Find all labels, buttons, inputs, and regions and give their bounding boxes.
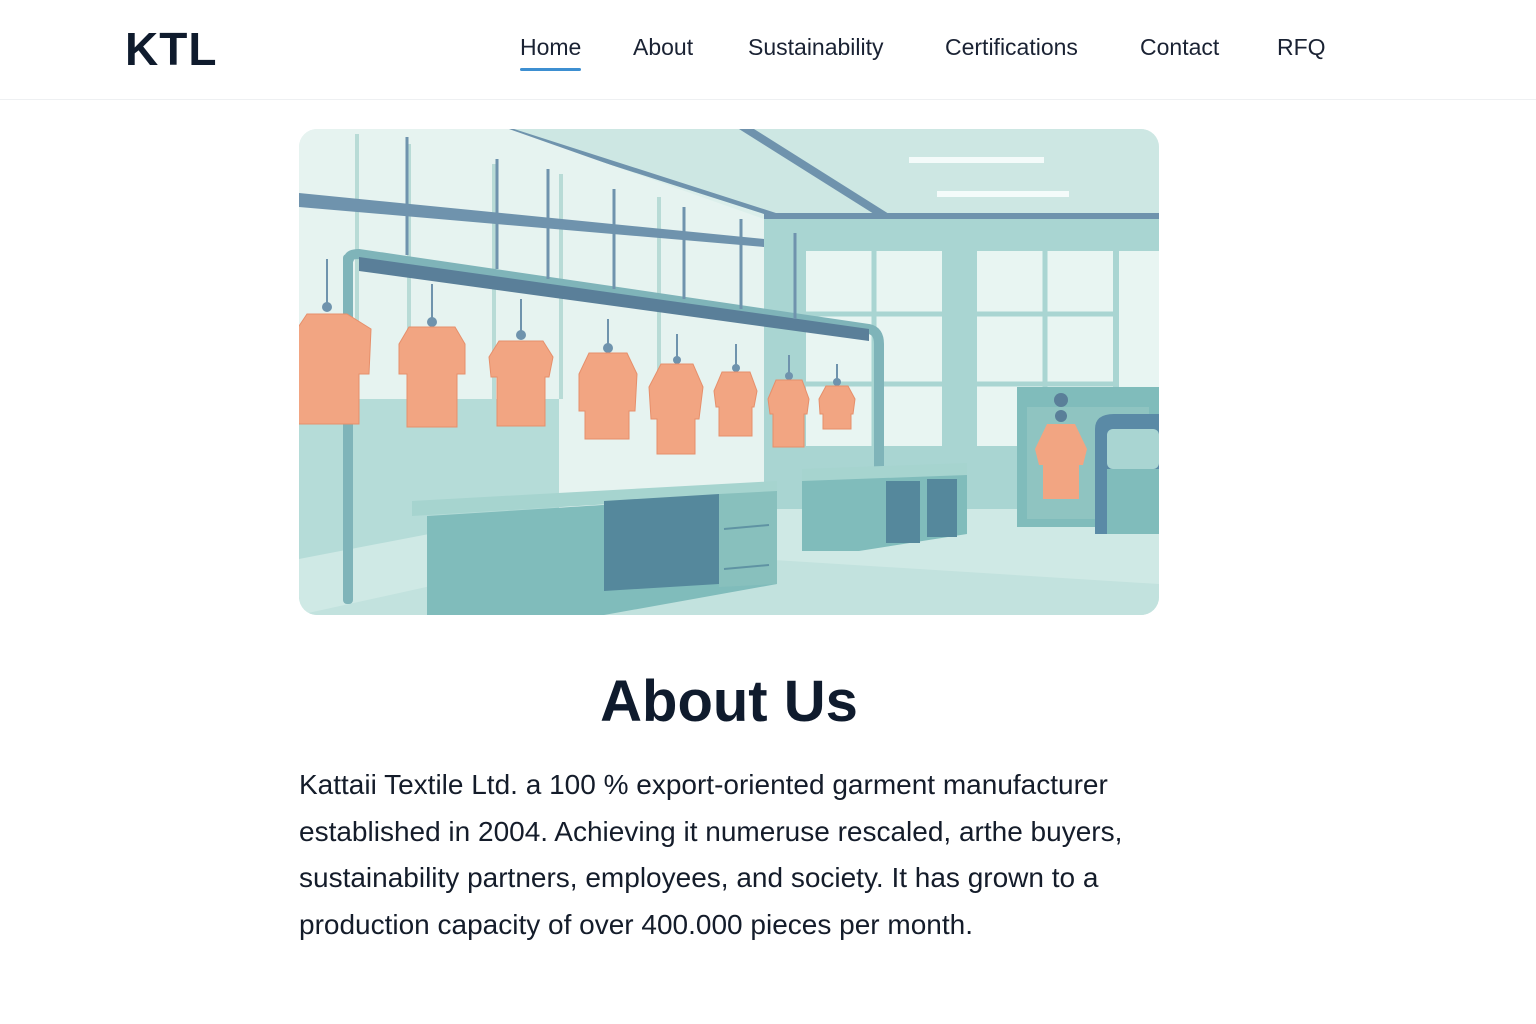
about-line-4: production capacity of over 400.000 piec… (299, 908, 973, 940)
site-logo[interactable]: KTL (125, 22, 217, 76)
nav-home[interactable]: Home (520, 34, 582, 71)
about-title: About Us (600, 669, 858, 734)
nav-sustainability[interactable]: Sustainability (748, 34, 884, 61)
nav-rfq[interactable]: RFQ (1277, 34, 1326, 61)
about-line-1: Kattaii Textile Ltd. a 100 % export-orie… (299, 769, 1108, 800)
hero-image (299, 129, 1159, 615)
nav-contact[interactable]: Contact (1140, 34, 1219, 61)
nav-certifications[interactable]: Certifications (945, 34, 1078, 61)
site-header: KTL Home About Sustainability Certificat… (0, 0, 1536, 100)
about-line-2: established in 2004. Achieving it numeru… (299, 815, 1123, 847)
garment-factory-illustration (299, 129, 1159, 615)
nav-about[interactable]: About (633, 34, 693, 61)
about-paragraph: Kattaii Textile Ltd. a 100 % export-orie… (299, 762, 1219, 948)
about-line-3: sustainability partners, employees, and … (299, 862, 1099, 893)
